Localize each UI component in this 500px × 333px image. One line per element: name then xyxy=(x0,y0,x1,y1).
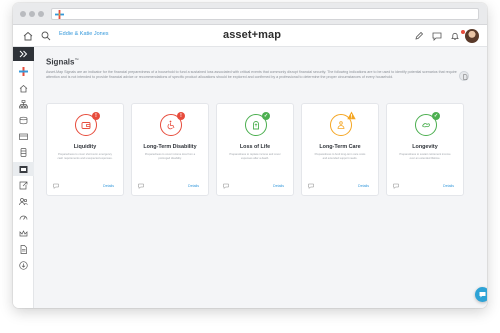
comment-icon[interactable] xyxy=(223,183,229,189)
search-icon[interactable] xyxy=(40,30,52,42)
signal-card-long-term-care[interactable]: Long-Term Care Preparedness to fund long… xyxy=(301,103,379,196)
signal-card-longevity[interactable]: ✓ Longevity Preparedness to sustain reti… xyxy=(386,103,464,196)
details-link[interactable]: Details xyxy=(188,184,199,188)
message-icon[interactable] xyxy=(431,30,443,42)
signal-card-liquidity[interactable]: ! Liquidity Preparedness to cover short-… xyxy=(46,103,124,196)
hourglass-icon xyxy=(422,123,430,128)
org-chart-icon[interactable] xyxy=(18,99,29,110)
team-icon[interactable] xyxy=(18,196,29,207)
sidebar-toggle[interactable] xyxy=(13,47,34,61)
crown-icon[interactable] xyxy=(18,228,29,239)
window-minimize-dot[interactable] xyxy=(29,11,35,17)
export-icon[interactable] xyxy=(18,180,29,191)
details-link[interactable]: Details xyxy=(358,184,369,188)
card-title: Liquidity xyxy=(73,144,97,150)
trademark-mark: ™ xyxy=(74,57,79,62)
risk-badge: ! xyxy=(92,112,100,120)
tombstone-icon xyxy=(253,121,259,130)
details-link[interactable]: Details xyxy=(103,184,114,188)
gauge-icon[interactable] xyxy=(18,212,29,223)
stack-icon[interactable] xyxy=(18,115,29,126)
asset-map-logo-icon[interactable] xyxy=(18,66,29,77)
card-description: Preparedness to cover short-term emergen… xyxy=(57,153,113,160)
comment-icon[interactable] xyxy=(393,183,399,189)
pdf-icon xyxy=(463,74,468,80)
window-close-dot[interactable] xyxy=(20,11,26,17)
card-description: Preparedness to sustain retirement incom… xyxy=(399,153,451,160)
chat-bubble-icon xyxy=(479,292,486,298)
card-title: Longevity xyxy=(412,144,438,150)
signal-card-loss-of-life[interactable]: ✓ Loss of Life Preparedness to replace i… xyxy=(216,103,294,196)
bell-icon[interactable] xyxy=(449,30,461,42)
comment-icon[interactable] xyxy=(138,183,144,189)
sidebar xyxy=(13,47,34,308)
page-title: Signals™ xyxy=(46,57,78,67)
ok-badge: ✓ xyxy=(262,112,270,120)
risk-badge: ! xyxy=(177,112,185,120)
page-title-text: Signals xyxy=(46,57,75,67)
asset-map-favicon-icon xyxy=(55,10,64,19)
signals-icon[interactable] xyxy=(18,164,29,175)
card-description: Preparedness to fund long-term care cost… xyxy=(314,153,366,160)
card-description: Preparedness to replace income and cover… xyxy=(229,153,281,160)
browser-toolbar xyxy=(13,3,487,25)
app-header: Eddie & Katie Jones asset+map xyxy=(13,25,487,47)
card-title: Long-Term Disability xyxy=(143,144,197,150)
wallet-icon xyxy=(81,122,91,129)
pdf-export-button[interactable] xyxy=(459,71,469,81)
database-icon[interactable] xyxy=(18,147,29,158)
card-title: Loss of Life xyxy=(239,144,271,150)
ok-badge: ✓ xyxy=(432,112,440,120)
cloud-download-icon[interactable] xyxy=(18,260,29,271)
main-content: Signals™ Asset-Map Signals are an indica… xyxy=(34,47,487,308)
details-link[interactable]: Details xyxy=(273,184,284,188)
brand-logo: asset+map xyxy=(223,29,282,41)
warning-triangle-icon xyxy=(347,111,356,120)
home-icon[interactable] xyxy=(22,30,34,42)
page-description: Asset-Map Signals are an indicator for t… xyxy=(46,70,457,80)
card-description: Preparedness to cover income loss from a… xyxy=(144,153,196,160)
double-chevron-right-icon xyxy=(19,50,28,58)
browser-window: Eddie & Katie Jones asset+map Signals™ A… xyxy=(13,3,487,308)
details-link[interactable]: Details xyxy=(443,184,454,188)
comment-icon[interactable] xyxy=(53,183,59,189)
chat-support-button[interactable] xyxy=(475,287,487,302)
card-title: Long-Term Care xyxy=(319,144,361,150)
comment-icon[interactable] xyxy=(308,183,314,189)
sidebar-home-icon[interactable] xyxy=(18,83,29,94)
wheelchair-icon xyxy=(167,120,175,130)
card-icon[interactable] xyxy=(18,131,29,142)
household-name-link[interactable]: Eddie & Katie Jones xyxy=(59,31,109,37)
care-icon xyxy=(337,121,345,129)
document-icon[interactable] xyxy=(18,244,29,255)
window-maximize-dot[interactable] xyxy=(38,11,44,17)
pen-icon[interactable] xyxy=(413,30,425,42)
avatar[interactable] xyxy=(465,29,479,43)
signal-card-long-term-disability[interactable]: ! Long-Term Disability Preparedness to c… xyxy=(131,103,209,196)
address-bar[interactable] xyxy=(51,8,479,20)
